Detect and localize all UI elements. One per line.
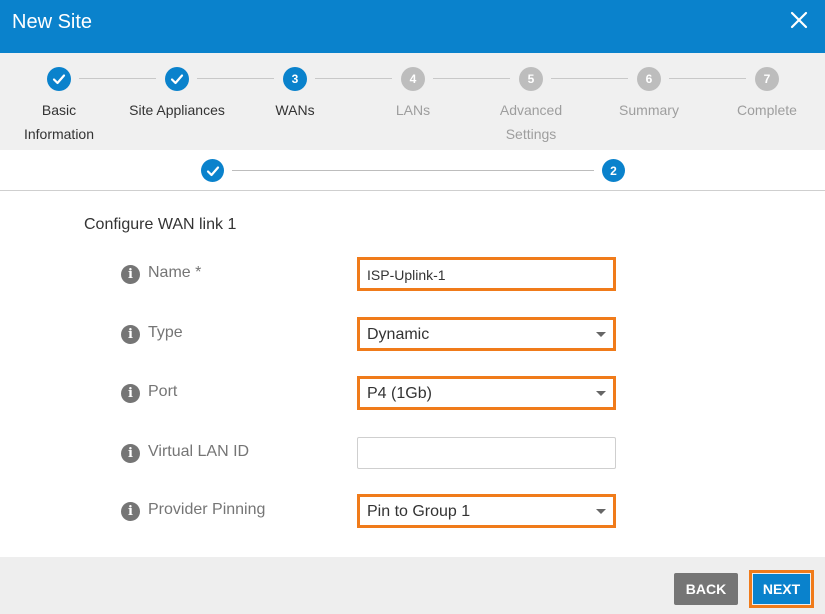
step-wans[interactable]: 3 WANs [235,67,355,122]
dialog-header: New Site [0,0,825,53]
step-number-circle: 7 [755,67,779,91]
step-done-circle [47,67,71,91]
chevron-down-icon [596,332,606,337]
step-advanced-settings: 5 Advanced Settings [471,67,591,146]
dialog-title: New Site [12,11,93,33]
step-site-appliances[interactable]: Site Appliances [117,67,237,122]
chevron-down-icon [596,509,606,514]
info-icon[interactable]: i [121,444,140,463]
type-select[interactable]: Dynamic [357,317,616,351]
section-title: Configure WAN link 1 [84,216,237,233]
check-icon [170,74,184,85]
port-label: Port [148,383,178,400]
step-label: LANs [395,102,431,118]
vlan-input[interactable] [357,437,616,469]
next-button-highlight: NEXT [749,570,814,608]
name-row: i Name * ISP-Uplink-1 [0,257,825,291]
port-select[interactable]: P4 (1Gb) [357,376,616,410]
step-summary: 6 Summary [589,67,709,122]
type-row: i Type Dynamic [0,317,825,351]
step-complete: 7 Complete [707,67,825,122]
provider-pinning-label: Provider Pinning [148,501,266,518]
step-label: Complete [737,102,797,118]
port-row: i Port P4 (1Gb) [0,376,825,410]
info-icon[interactable]: i [121,265,140,284]
type-label: Type [148,324,183,341]
step-lans: 4 LANs [353,67,473,122]
step-done-circle [165,67,189,91]
port-value: P4 (1Gb) [367,385,432,402]
substep-done-circle[interactable] [201,159,224,182]
back-button[interactable]: BACK [674,573,738,605]
name-input[interactable]: ISP-Uplink-1 [357,257,616,291]
step-label: Summary [619,102,679,118]
check-icon [52,74,66,85]
info-icon[interactable]: i [121,325,140,344]
step-label: Basic Information [23,102,95,142]
step-label: Advanced Settings [499,102,563,142]
step-basic-information[interactable]: Basic Information [0,67,119,146]
provider-pinning-value: Pin to Group 1 [367,503,471,520]
step-label: Site Appliances [129,102,225,118]
vlan-label: Virtual LAN ID [148,443,250,460]
step-number-circle: 4 [401,67,425,91]
substep-connector [232,170,594,171]
step-label: WANs [275,102,315,118]
type-value: Dynamic [367,326,430,343]
next-button[interactable]: NEXT [753,574,810,604]
info-icon[interactable]: i [121,502,140,521]
wizard-stepper: Basic Information Site Appliances 3 WANs… [0,53,825,150]
chevron-down-icon [596,391,606,396]
info-icon[interactable]: i [121,384,140,403]
sub-stepper: 2 [0,150,825,191]
close-icon[interactable] [789,10,809,30]
step-number-circle: 3 [283,67,307,91]
name-value: ISP-Uplink-1 [367,267,446,283]
dialog-footer: BACK NEXT [0,557,825,614]
vlan-row: i Virtual LAN ID [0,436,825,470]
step-number-circle: 6 [637,67,661,91]
name-label: Name * [148,264,202,281]
substep-active-circle: 2 [602,159,625,182]
check-icon [206,165,219,176]
provider-pinning-row: i Provider Pinning Pin to Group 1 [0,494,825,528]
provider-pinning-select[interactable]: Pin to Group 1 [357,494,616,528]
step-number-circle: 5 [519,67,543,91]
